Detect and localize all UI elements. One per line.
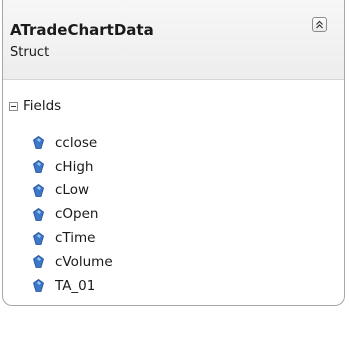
field-item[interactable]: cOpen xyxy=(33,202,113,226)
field-icon xyxy=(33,231,44,245)
field-label: cVolume xyxy=(55,253,113,270)
field-icon xyxy=(33,279,44,293)
fields-section-header[interactable]: Fields xyxy=(9,97,61,115)
field-icon xyxy=(33,183,44,197)
field-list: cclose cHigh cLow cOpen cTime cVolume TA… xyxy=(33,131,113,298)
field-item[interactable]: cclose xyxy=(33,131,113,155)
field-label: TA_01 xyxy=(55,277,96,294)
field-label: cOpen xyxy=(55,206,99,223)
field-icon xyxy=(33,255,44,269)
shape-header: ATradeChartData Struct xyxy=(3,0,344,80)
collapse-button[interactable] xyxy=(312,17,327,32)
field-item[interactable]: cTime xyxy=(33,226,113,250)
type-name: ATradeChartData xyxy=(10,21,154,39)
collapse-minus-icon[interactable] xyxy=(9,101,18,111)
field-label: cLow xyxy=(55,182,90,199)
field-item[interactable]: cHigh xyxy=(33,155,113,179)
chevron-double-up-icon xyxy=(316,20,323,29)
field-label: cTime xyxy=(55,230,96,247)
field-label: cclose xyxy=(55,134,98,151)
field-icon xyxy=(33,207,44,221)
field-item[interactable]: TA_01 xyxy=(33,274,113,298)
field-icon xyxy=(33,136,44,150)
field-icon xyxy=(33,160,44,174)
field-item[interactable]: cVolume xyxy=(33,250,113,274)
type-kind: Struct xyxy=(10,45,50,60)
class-diagram-shape[interactable]: ATradeChartData Struct Fields cclose cHi… xyxy=(2,0,345,306)
fields-section-label: Fields xyxy=(23,98,62,114)
field-item[interactable]: cLow xyxy=(33,179,113,203)
field-label: cHigh xyxy=(55,158,94,175)
